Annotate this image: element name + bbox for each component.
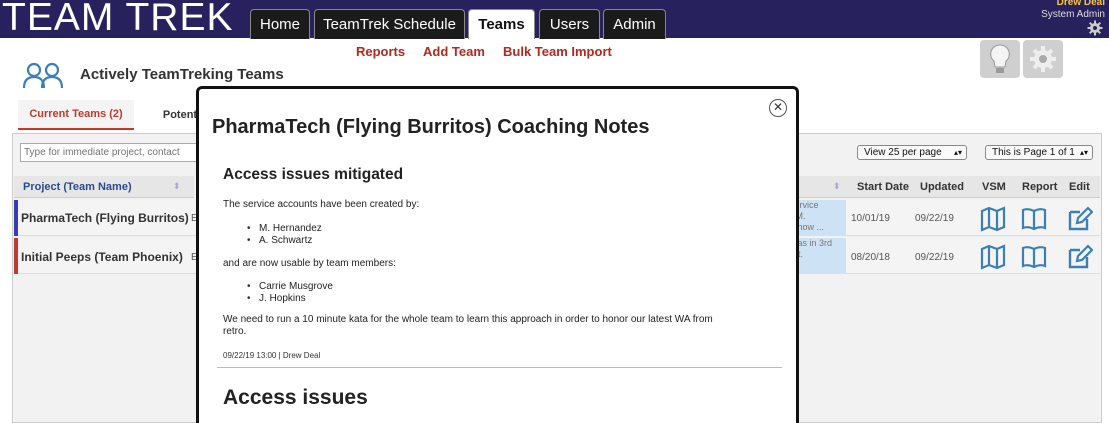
select-arrows-icon: ▴▾: [1079, 148, 1088, 157]
bulk-team-import-link[interactable]: Bulk Team Import: [503, 44, 612, 59]
bullet-icon: •: [247, 223, 251, 234]
team-name[interactable]: Initial Peeps (Team Phoenix): [21, 250, 183, 264]
note-list-item: A. Schwartz: [259, 235, 313, 246]
sort-icon[interactable]: ⬍: [833, 181, 841, 192]
nav-tab-users[interactable]: Users: [539, 9, 600, 39]
column-header-edit: Edit: [1069, 181, 1090, 193]
note-paragraph: The service accounts have been created b…: [223, 199, 420, 210]
note-list-item: M. Hernandez: [259, 223, 322, 234]
row-color-bar: [14, 238, 18, 274]
settings-gear-icon[interactable]: [1087, 20, 1103, 36]
gear-icon: [1030, 46, 1056, 72]
page-label: This is Page 1 of 1: [992, 147, 1075, 158]
nav-tab-admin[interactable]: Admin: [603, 9, 666, 39]
settings-button[interactable]: [1023, 40, 1063, 78]
bullet-icon: •: [247, 235, 251, 246]
start-date: 10/01/19: [851, 213, 890, 224]
vsm-map-icon[interactable]: [980, 244, 1006, 270]
updated-date: 09/22/19: [915, 252, 954, 263]
note-paragraph-cont: retro.: [223, 326, 247, 337]
report-book-icon[interactable]: [1021, 244, 1047, 270]
nav-tab-teams[interactable]: Teams: [468, 9, 535, 39]
start-date: 08/20/18: [851, 252, 890, 263]
per-page-select[interactable]: View 25 per page ▴▾: [857, 145, 967, 160]
modal-title: PharmaTech (Flying Burritos) Coaching No…: [212, 116, 650, 138]
reports-link[interactable]: Reports: [356, 44, 405, 59]
per-page-label: View 25 per page: [864, 147, 942, 158]
tips-button[interactable]: [980, 40, 1020, 78]
teams-icon: [22, 62, 64, 89]
coaching-notes-modal: PharmaTech (Flying Burritos) Coaching No…: [196, 86, 799, 423]
page-select[interactable]: This is Page 1 of 1 ▴▾: [985, 145, 1093, 160]
edit-icon[interactable]: [1067, 206, 1093, 232]
add-team-link[interactable]: Add Team: [423, 44, 485, 59]
note-meta: 09/22/19 13:00 | Drew Deal: [223, 351, 321, 360]
sort-icon[interactable]: ⬍: [173, 181, 181, 192]
report-book-icon[interactable]: [1021, 206, 1047, 232]
tab-current-teams[interactable]: Current Teams (2): [18, 100, 134, 130]
page-title: Actively TeamTreking Teams: [80, 66, 284, 83]
user-role: System Admin: [1041, 9, 1105, 20]
column-header-report: Report: [1022, 181, 1058, 193]
column-header-vsm: VSM: [982, 181, 1006, 193]
updated-date: 09/22/19: [915, 213, 954, 224]
row-color-bar: [14, 200, 18, 236]
note-list-item: J. Hopkins: [259, 293, 306, 304]
nav-tab-home[interactable]: Home: [250, 9, 310, 39]
user-name[interactable]: Drew Deal: [1057, 0, 1105, 8]
lightbulb-icon: [990, 44, 1010, 73]
vsm-map-icon[interactable]: [980, 206, 1006, 232]
bullet-icon: •: [247, 293, 251, 304]
nav-tab-schedule[interactable]: TeamTrek Schedule: [314, 9, 465, 39]
team-name[interactable]: PharmaTech (Flying Burritos): [21, 211, 189, 225]
filter-input[interactable]: [20, 143, 200, 162]
close-icon[interactable]: ✕: [769, 99, 787, 117]
next-note-heading: Access issues: [223, 386, 368, 409]
column-header-start-date[interactable]: Start Date: [857, 181, 909, 193]
select-arrows-icon: ▴▾: [953, 148, 962, 157]
column-header-updated[interactable]: Updated: [920, 181, 964, 193]
note-heading: Access issues mitigated: [223, 166, 404, 183]
app-logo[interactable]: TEAM TREK: [2, 0, 233, 40]
note-list-item: Carrie Musgrove: [259, 281, 333, 292]
note-paragraph: We need to run a 10 minute kata for the …: [223, 314, 713, 325]
edit-icon[interactable]: [1067, 244, 1093, 270]
column-header-project[interactable]: Project (Team Name): [23, 181, 132, 193]
bullet-icon: •: [247, 281, 251, 292]
tab-potential-teams[interactable]: Potent: [160, 100, 200, 130]
note-paragraph: and are now usable by team members:: [223, 258, 396, 269]
note-divider: [217, 367, 782, 368]
